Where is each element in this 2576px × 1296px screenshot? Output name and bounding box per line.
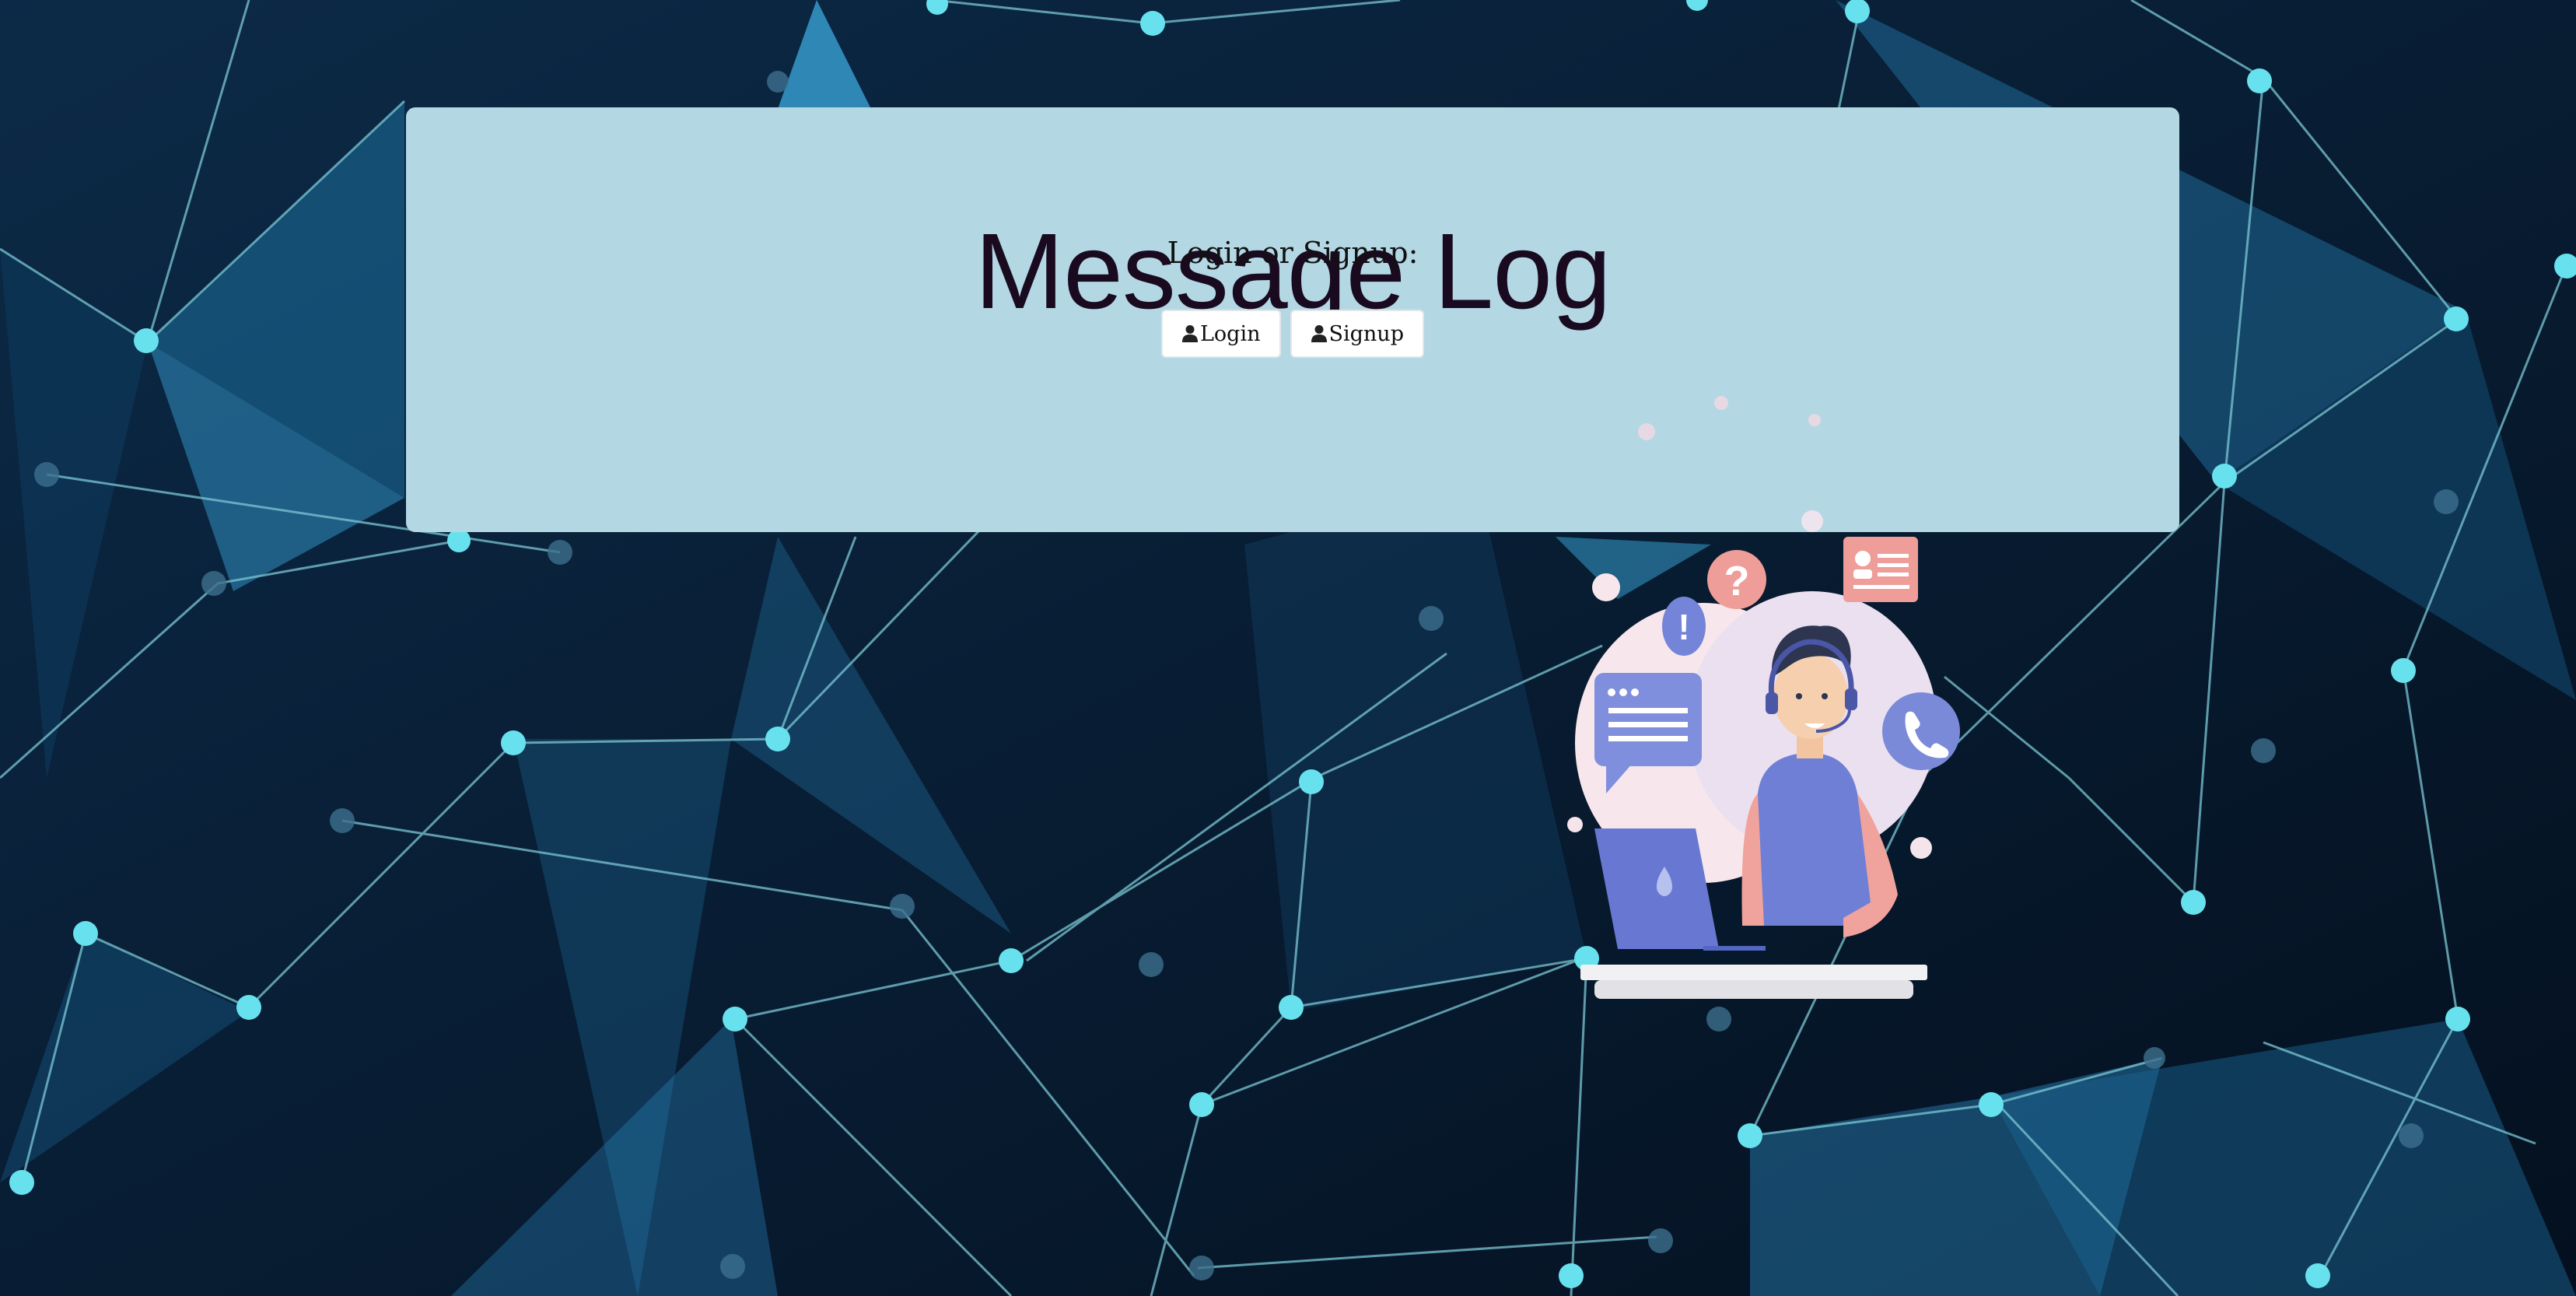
signup-button-label: Signup [1328, 321, 1404, 346]
signup-button[interactable]: Signup [1290, 310, 1424, 358]
user-icon [1181, 324, 1199, 343]
login-button-label: Login [1200, 321, 1261, 346]
login-button[interactable]: Login [1161, 310, 1281, 358]
auth-button-group: Login Signup [406, 310, 2179, 358]
svg-text:!: ! [1678, 607, 1689, 647]
customer-support-illustration: ! ? [1567, 396, 1960, 999]
page-subtitle: Login or Signup: [1167, 236, 1419, 270]
svg-text:?: ? [1724, 558, 1750, 604]
user-icon [1311, 324, 1328, 343]
